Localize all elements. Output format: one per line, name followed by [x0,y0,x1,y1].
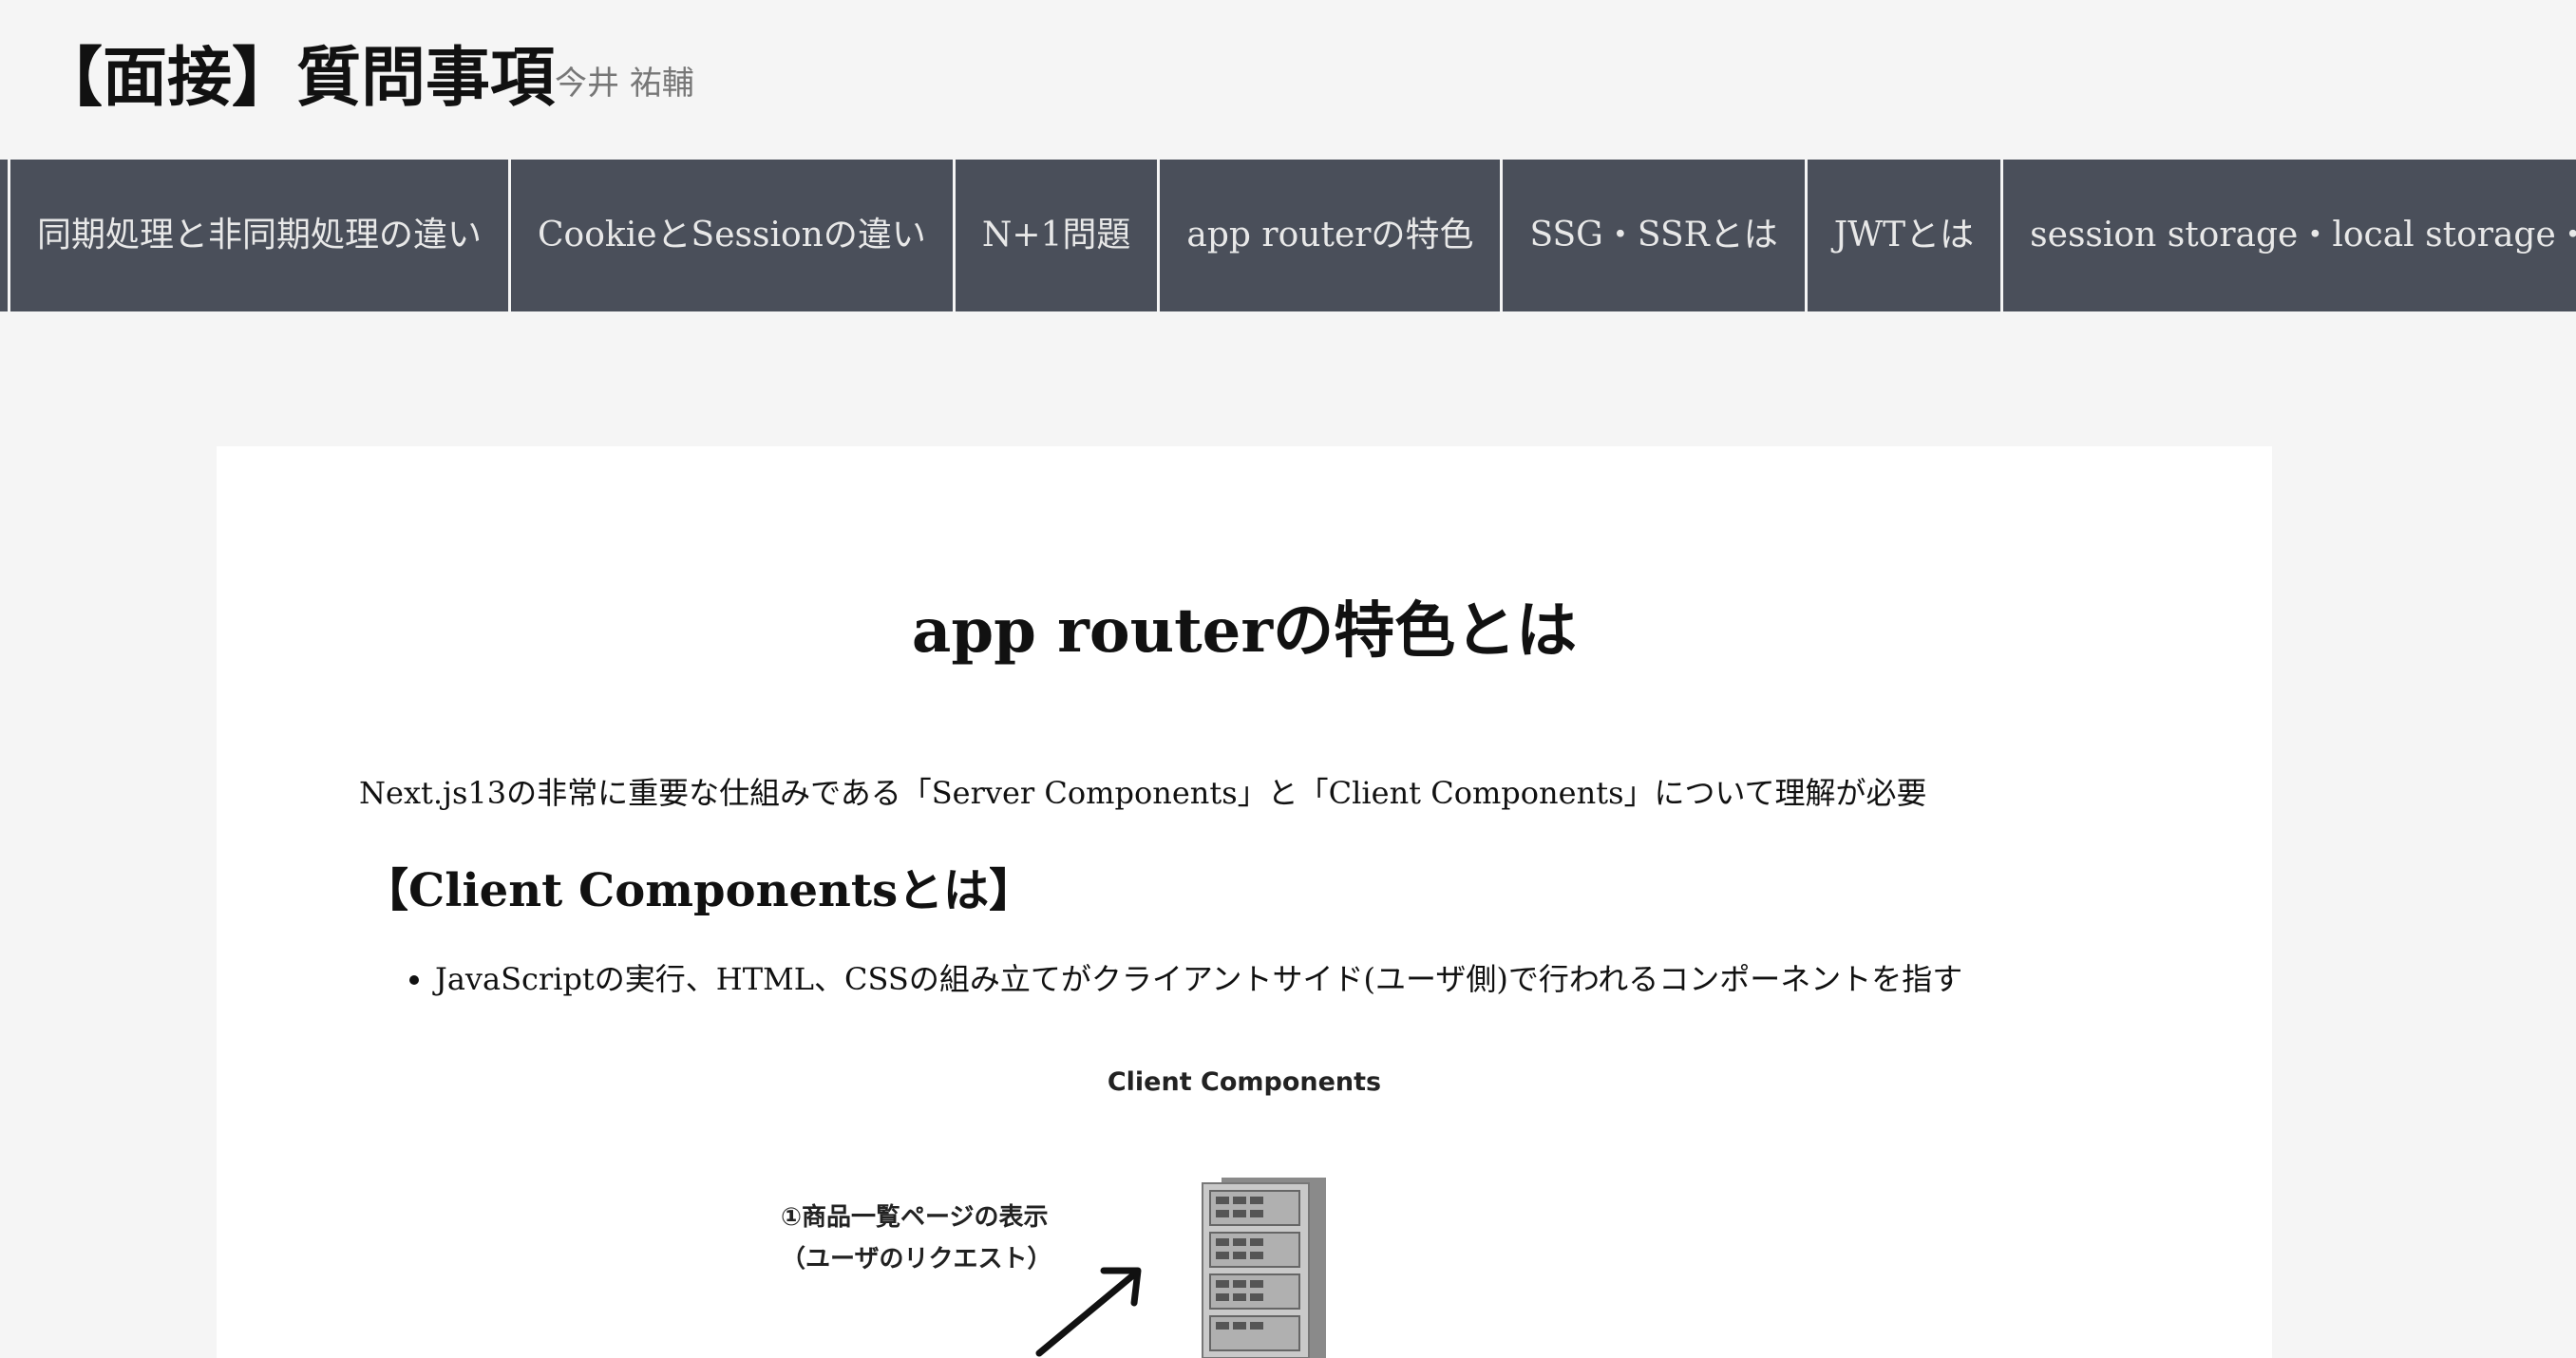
bullet-item: JavaScriptの実行、HTML、CSSの組み立てがクライアントサイド(ユー… [435,959,1962,999]
nav-edge-left [0,160,8,311]
server-rack-icon [1202,1178,1326,1358]
article-card: app routerの特色とは Next.js13の非常に重要な仕組みである「S… [217,446,2272,1358]
nav-item-ssg-ssr[interactable]: SSG・SSRとは [1503,160,1805,311]
diagram-title: Client Components [1107,1067,1382,1097]
nav-item-storage[interactable]: session storage・local storage・Cookieの違い [2003,160,2576,311]
nav-item-app-router[interactable]: app routerの特色 [1160,160,1501,311]
nav-item-n-plus-one[interactable]: N+1問題 [955,160,1158,311]
nav-item-sync-async[interactable]: 同期処理と非同期処理の違い [10,160,509,311]
client-components-diagram: Client Components ①商品一覧ページの表示 （ユーザのリクエスト… [217,1064,2272,1358]
top-nav: 同期処理と非同期処理の違い CookieとSessionの違い N+1問題 ap… [0,160,2576,311]
site-title[interactable]: 【面接】質問事項 [38,36,555,120]
section-heading: 【Client Componentsとは】 [363,864,1035,917]
article-lead: Next.js13の非常に重要な仕組みである「Server Components… [359,775,1927,811]
site-author: 今井 祐輔 [555,65,694,103]
nav-item-jwt[interactable]: JWTとは [1807,160,2001,311]
nav-item-cookie-session[interactable]: CookieとSessionの違い [511,160,953,311]
diagram-step-label: ①商品一覧ページの表示 （ユーザのリクエスト） [781,1197,1051,1280]
diagram-step-line1: ①商品一覧ページの表示 [781,1203,1049,1232]
arrow-up-right-icon [1035,1267,1142,1357]
article-title: app routerの特色とは [911,595,1578,667]
site-header: 【面接】質問事項 今井 祐輔 [0,0,2576,160]
bullet-list: JavaScriptの実行、HTML、CSSの組み立てがクライアントサイド(ユー… [359,959,1962,999]
diagram-step-line2: （ユーザのリクエスト） [781,1245,1052,1273]
